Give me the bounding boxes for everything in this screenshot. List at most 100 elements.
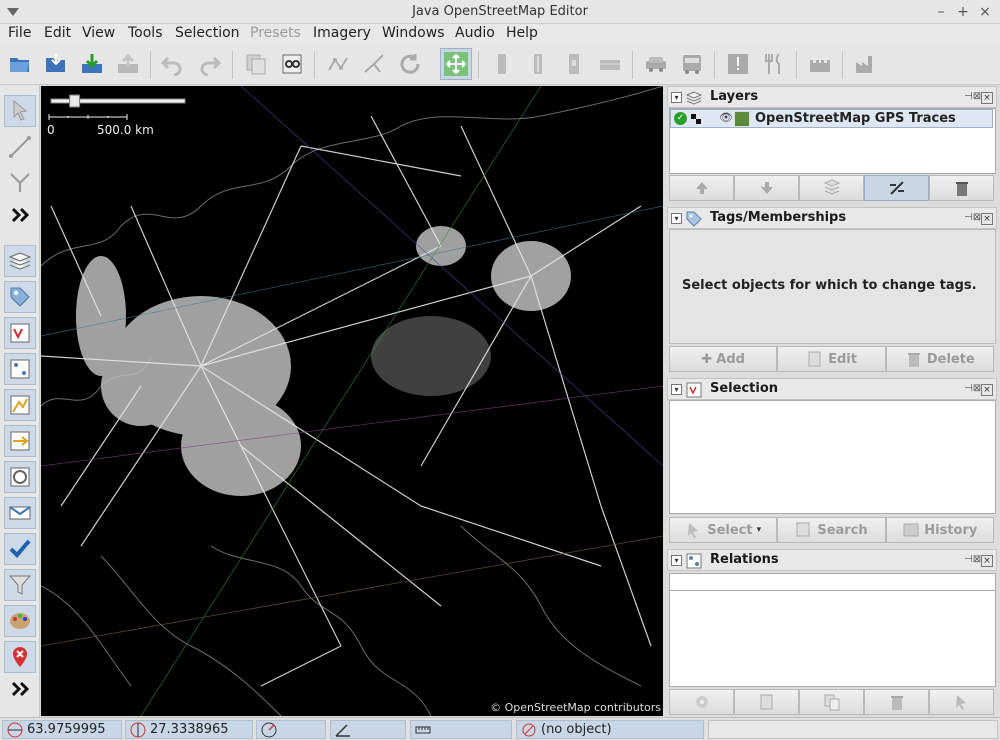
refresh-icon[interactable] xyxy=(394,48,426,80)
selection-toggle-icon[interactable] xyxy=(4,317,36,349)
layer-name[interactable]: OpenStreetMap GPS Traces xyxy=(755,111,956,126)
map-attribution[interactable]: © OpenStreetMap contributors xyxy=(490,701,661,714)
layer-visible-check-icon[interactable]: ✓ xyxy=(674,112,687,125)
select-button[interactable]: Select ▾ xyxy=(669,517,778,543)
relations-filter-input[interactable] xyxy=(669,573,996,591)
menu-help[interactable]: Help xyxy=(506,25,538,41)
pin-icon[interactable]: ⊣⊠ xyxy=(964,91,981,105)
layers-toggle-icon[interactable] xyxy=(4,245,36,277)
open-location-icon[interactable] xyxy=(40,48,72,80)
select-relation-members-button[interactable] xyxy=(929,689,994,715)
tags-panel-header[interactable]: ▾ Tags/Memberships ⊣⊠ × xyxy=(667,207,997,229)
collapse-icon[interactable]: ▾ xyxy=(671,555,682,566)
move-up-button[interactable] xyxy=(669,175,734,201)
zoom-slider[interactable] xyxy=(49,94,187,108)
menu-windows[interactable]: Windows xyxy=(382,25,445,41)
more-toggles-icon[interactable] xyxy=(4,673,36,705)
toggle-opacity-button[interactable] xyxy=(864,175,929,201)
select-mode-icon[interactable] xyxy=(4,95,36,127)
longitude-field: 27.3338965 xyxy=(125,720,253,739)
relations-panel-header[interactable]: ▾ Relations ⊣⊠ × xyxy=(667,549,997,571)
close-panel-icon[interactable]: × xyxy=(981,213,993,225)
map-view[interactable]: 0 500.0 km © OpenStreetMap contributors xyxy=(41,86,663,716)
preset-1-icon[interactable] xyxy=(486,48,518,80)
warning-icon[interactable] xyxy=(722,48,754,80)
move-down-button[interactable] xyxy=(734,175,799,201)
add-tag-button[interactable]: ✚ Add xyxy=(669,346,778,372)
bus-icon[interactable] xyxy=(676,48,708,80)
layer-row[interactable]: ✓ 👁 OpenStreetMap GPS Traces xyxy=(670,109,993,128)
merge-layer-button[interactable] xyxy=(799,175,864,201)
preferences-icon[interactable] xyxy=(276,48,308,80)
filter-funnel-icon[interactable] xyxy=(4,569,36,601)
close-icon[interactable]: × xyxy=(976,3,994,21)
history-toggle-icon[interactable] xyxy=(4,461,36,493)
relations-toggle-icon[interactable] xyxy=(4,353,36,385)
pin-icon[interactable]: ⊣⊠ xyxy=(964,554,981,568)
tags-toggle-icon[interactable] xyxy=(4,281,36,313)
edit-tag-button[interactable]: Edit xyxy=(777,346,886,372)
copy-icon[interactable] xyxy=(240,48,272,80)
minimize-icon[interactable]: – xyxy=(932,3,950,21)
car-icon[interactable] xyxy=(640,48,672,80)
upload-icon[interactable] xyxy=(112,48,144,80)
map-paint-icon[interactable] xyxy=(4,605,36,637)
castle-icon[interactable] xyxy=(804,48,836,80)
layers-panel-header[interactable]: ▾ Layers ⊣⊠ × xyxy=(667,86,997,108)
notes-toggle-icon[interactable] xyxy=(4,497,36,529)
menu-imagery[interactable]: Imagery xyxy=(313,25,371,41)
duplicate-relation-button[interactable] xyxy=(799,689,864,715)
more-modes-icon[interactable] xyxy=(4,199,36,231)
validation-toggle-icon[interactable] xyxy=(4,389,36,421)
delete-tag-label: Delete xyxy=(926,351,975,367)
move-icon[interactable] xyxy=(440,48,472,80)
history-button[interactable]: History xyxy=(885,517,994,543)
pin-icon[interactable]: ⊣⊠ xyxy=(964,212,981,226)
collapse-icon[interactable]: ▾ xyxy=(671,384,682,395)
selection-list[interactable] xyxy=(669,400,996,514)
improve-way-mode-icon[interactable] xyxy=(4,167,36,199)
menu-edit[interactable]: Edit xyxy=(44,25,71,41)
preset-3-icon[interactable] xyxy=(558,48,590,80)
menu-file[interactable]: File xyxy=(8,25,31,41)
selection-panel-title: Selection xyxy=(710,381,779,396)
split-icon[interactable] xyxy=(358,48,390,80)
edit-relation-button[interactable] xyxy=(734,689,799,715)
relation-settings-button[interactable] xyxy=(669,689,734,715)
preset-4-icon[interactable] xyxy=(594,48,626,80)
selection-list-icon xyxy=(686,382,702,398)
factory-icon[interactable] xyxy=(850,48,882,80)
relations-list[interactable] xyxy=(669,590,996,687)
delete-tag-button[interactable]: Delete xyxy=(885,346,994,372)
simplify-icon[interactable] xyxy=(322,48,354,80)
draw-mode-icon[interactable] xyxy=(4,131,36,163)
redo-icon[interactable] xyxy=(194,48,226,80)
undo-icon[interactable] xyxy=(156,48,188,80)
conflict-toggle-icon[interactable] xyxy=(4,425,36,457)
menu-view[interactable]: View xyxy=(82,25,115,41)
menu-audio[interactable]: Audio xyxy=(455,25,495,41)
restaurant-icon[interactable] xyxy=(758,48,790,80)
delete-relation-button[interactable] xyxy=(864,689,929,715)
maximize-icon[interactable]: + xyxy=(954,3,972,21)
location-pin-icon[interactable] xyxy=(4,641,36,673)
eye-icon[interactable]: 👁 xyxy=(719,111,733,124)
check-toggle-icon[interactable] xyxy=(4,533,36,565)
menu-tools[interactable]: Tools xyxy=(128,25,163,41)
collapse-icon[interactable]: ▾ xyxy=(671,213,682,224)
selection-panel-header[interactable]: ▾ Selection ⊣⊠ × xyxy=(667,378,997,400)
pin-icon[interactable]: ⊣⊠ xyxy=(964,383,981,397)
menu-selection[interactable]: Selection xyxy=(175,25,240,41)
preset-2-icon[interactable] xyxy=(522,48,554,80)
zoom-slider-thumb[interactable] xyxy=(69,94,81,108)
search-button[interactable]: Search xyxy=(777,517,886,543)
close-panel-icon[interactable]: × xyxy=(981,384,993,396)
open-file-icon[interactable] xyxy=(4,48,36,80)
delete-layer-button[interactable] xyxy=(929,175,994,201)
collapse-icon[interactable]: ▾ xyxy=(671,92,682,103)
close-panel-icon[interactable]: × xyxy=(981,92,993,104)
close-panel-icon[interactable]: × xyxy=(981,555,993,567)
download-icon[interactable] xyxy=(76,48,108,80)
dropdown-arrow-icon[interactable]: ▾ xyxy=(757,525,762,535)
layers-panel-title: Layers xyxy=(710,89,759,104)
